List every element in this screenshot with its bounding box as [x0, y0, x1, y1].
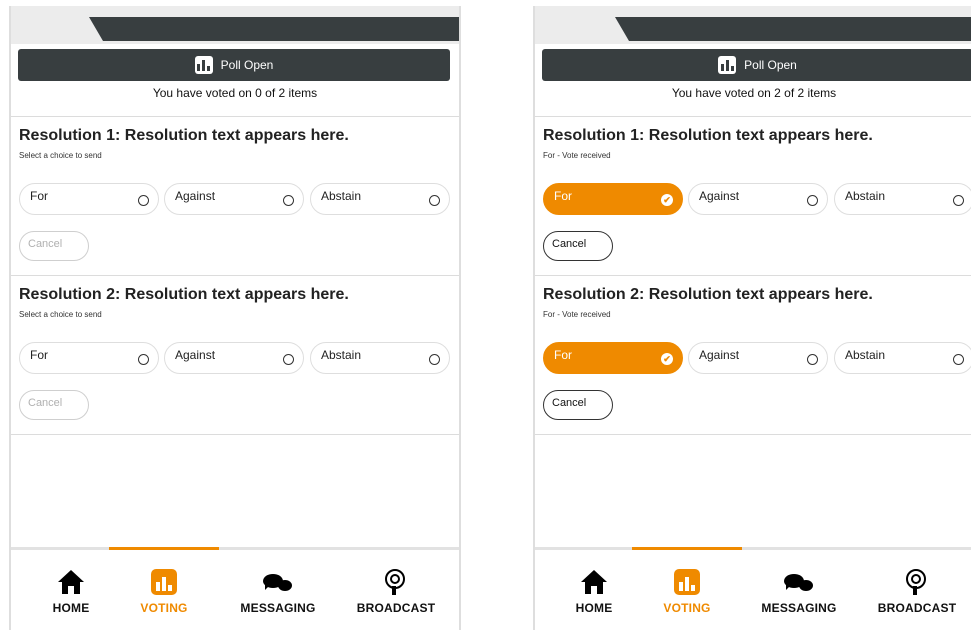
radio-icon: [429, 354, 440, 365]
choice-abstain-button[interactable]: Abstain: [834, 342, 971, 374]
resolution-status: Select a choice to send: [19, 151, 102, 160]
nav-label: BROADCAST: [356, 601, 436, 615]
radio-icon: [283, 195, 294, 206]
nav-broadcast[interactable]: BROADCAST: [341, 568, 451, 615]
choice-for-button[interactable]: For ✔: [543, 342, 683, 374]
choice-label: For: [30, 348, 48, 362]
radio-icon: [953, 354, 964, 365]
resolution-card: Resolution 2: Resolution text appears he…: [535, 275, 971, 435]
active-tab-indicator: [109, 547, 219, 550]
choice-abstain-button[interactable]: Abstain: [310, 342, 450, 374]
choice-label: For: [554, 348, 572, 362]
radio-icon: [138, 354, 149, 365]
active-tab-indicator: [632, 547, 742, 550]
choice-label: Abstain: [845, 348, 886, 362]
choice-abstain-button[interactable]: Abstain: [310, 183, 450, 215]
resolution-title: Resolution 2: Resolution text appears he…: [543, 286, 873, 303]
chat-icon: [223, 568, 333, 598]
nav-label: VOTING: [663, 601, 711, 615]
choice-for-button[interactable]: For ✔: [543, 183, 683, 215]
poll-status-label: Poll Open: [744, 58, 797, 72]
choice-group: For ✔ Against Abstain: [543, 183, 971, 217]
choice-for-button[interactable]: For: [19, 183, 159, 215]
votes-summary: You have voted on 0 of 2 items: [152, 86, 318, 100]
choice-group: For Against Abstain: [19, 183, 459, 217]
poll-status-label: Poll Open: [220, 58, 274, 72]
check-icon: ✔: [661, 353, 673, 365]
cancel-button[interactable]: Cancel: [19, 390, 89, 420]
top-tab-strip: [535, 6, 971, 44]
resolution-title: Resolution 2: Resolution text appears he…: [19, 286, 349, 303]
choice-for-button[interactable]: For: [19, 342, 159, 374]
resolution-title: Resolution 1: Resolution text appears he…: [19, 127, 349, 144]
broadcast-icon: [862, 568, 971, 598]
resolution-card: Resolution 1: Resolution text appears he…: [11, 116, 459, 275]
choice-abstain-button[interactable]: Abstain: [834, 183, 971, 215]
poll-status-bar: Poll Open: [18, 49, 450, 81]
choice-label: Abstain: [321, 189, 362, 203]
resolution-status: For - Vote received: [543, 310, 611, 319]
radio-icon: [807, 195, 818, 206]
bottom-tab-bar: HOME VOTING MESSAGING BROADCAST: [535, 547, 971, 630]
votes-summary: You have voted on 2 of 2 items: [671, 86, 837, 100]
check-icon: ✔: [661, 194, 673, 206]
nav-voting[interactable]: VOTING: [109, 568, 219, 615]
voting-icon: [632, 568, 742, 598]
choice-label: For: [30, 189, 48, 203]
nav-broadcast[interactable]: BROADCAST: [862, 568, 971, 615]
top-tab-strip: [11, 6, 459, 44]
cancel-button[interactable]: Cancel: [543, 390, 613, 420]
cancel-button[interactable]: Cancel: [543, 231, 613, 261]
choice-group: For ✔ Against Abstain: [543, 342, 971, 376]
choice-against-button[interactable]: Against: [164, 183, 304, 215]
chat-icon: [744, 568, 854, 598]
radio-icon: [807, 354, 818, 365]
nav-label: MESSAGING: [240, 601, 316, 615]
radio-icon: [283, 354, 294, 365]
poll-chart-icon: [718, 56, 737, 74]
resolution-card: Resolution 1: Resolution text appears he…: [535, 116, 971, 275]
choice-against-button[interactable]: Against: [164, 342, 304, 374]
cancel-button[interactable]: Cancel: [19, 231, 89, 261]
choice-label: Against: [175, 189, 216, 203]
resolution-title: Resolution 1: Resolution text appears he…: [543, 127, 873, 144]
nav-messaging[interactable]: MESSAGING: [744, 568, 854, 615]
choice-label: Abstain: [321, 348, 362, 362]
voting-icon: [109, 568, 219, 598]
phone-screen-after-vote: Poll Open You have voted on 2 of 2 items…: [533, 6, 971, 630]
choice-against-button[interactable]: Against: [688, 183, 828, 215]
choice-label: For: [554, 189, 572, 203]
choice-label: Against: [699, 189, 740, 203]
nav-label: BROADCAST: [877, 601, 957, 615]
nav-messaging[interactable]: MESSAGING: [223, 568, 333, 615]
choice-label: Against: [175, 348, 216, 362]
broadcast-icon: [341, 568, 451, 598]
nav-voting[interactable]: VOTING: [632, 568, 742, 615]
radio-icon: [953, 195, 964, 206]
radio-icon: [138, 195, 149, 206]
header-tab: [89, 17, 459, 41]
resolution-status: For - Vote received: [543, 151, 611, 160]
choice-against-button[interactable]: Against: [688, 342, 828, 374]
choice-group: For Against Abstain: [19, 342, 459, 376]
nav-label: MESSAGING: [761, 601, 837, 615]
phone-screen-before-vote: Poll Open You have voted on 0 of 2 items…: [9, 6, 461, 630]
nav-label: VOTING: [140, 601, 188, 615]
radio-icon: [429, 195, 440, 206]
choice-label: Abstain: [845, 189, 886, 203]
poll-status-bar: Poll Open: [542, 49, 971, 81]
resolution-status: Select a choice to send: [19, 310, 102, 319]
poll-chart-icon: [194, 56, 213, 74]
resolution-card: Resolution 2: Resolution text appears he…: [11, 275, 459, 435]
choice-label: Against: [699, 348, 740, 362]
header-tab: [615, 17, 971, 41]
bottom-tab-bar: HOME VOTING MESSAGING BROADCAST: [11, 547, 459, 630]
